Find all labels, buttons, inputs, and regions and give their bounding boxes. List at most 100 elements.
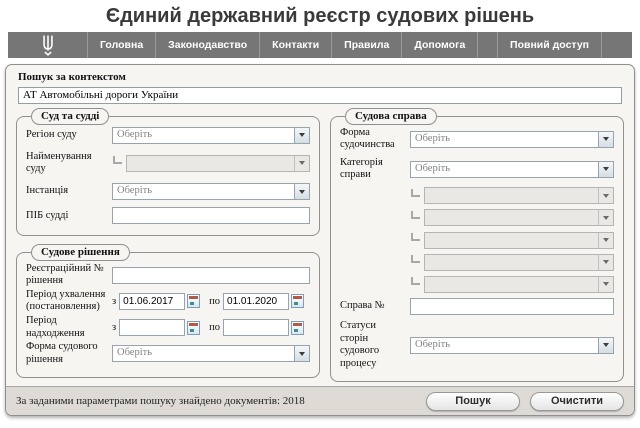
instance-label: Інстанція	[26, 185, 112, 198]
decision-form-label: Форма судового рішення	[26, 341, 112, 366]
case-subcategory-select-4	[424, 254, 614, 271]
chevron-down-icon	[294, 156, 309, 171]
decision-form-select[interactable]: Оберіть	[112, 345, 310, 362]
to-label: по	[209, 322, 220, 333]
tree-branch-icon	[411, 233, 420, 241]
instance-row: Інстанція Оберіть	[26, 183, 310, 200]
chevron-down-icon	[598, 233, 613, 248]
instance-select-value: Оберіть	[113, 184, 294, 199]
case-number-input[interactable]	[410, 298, 614, 315]
receipt-from-date-input[interactable]	[119, 319, 185, 336]
case-category-row: Категорія справи Оберіть	[340, 157, 614, 182]
chevron-down-icon[interactable]	[294, 346, 309, 361]
case-category-select-value: Оберіть	[411, 162, 598, 177]
chevron-down-icon	[598, 210, 613, 225]
adoption-to-date-input[interactable]	[223, 293, 289, 310]
court-decision-group: Судове рішення Реєстраційний № рішення П…	[16, 244, 320, 378]
context-search-section: Пошук за контекстом	[6, 65, 634, 106]
case-subcategory-row-5	[340, 276, 614, 293]
tree-branch-icon	[113, 156, 122, 164]
page-title: Єдиний державний реєстр судових рішень	[0, 5, 640, 28]
tree-branch-icon	[411, 255, 420, 263]
documents-found-status: За заданими параметрами пошуку знайдено …	[16, 395, 416, 407]
case-subcategory-row-2	[340, 209, 614, 226]
case-number-row: Справа №	[340, 298, 614, 315]
context-search-input[interactable]	[18, 87, 622, 104]
main-navigation: Головна Законодавство Контакти Правила Д…	[8, 32, 632, 58]
adoption-from-date-input[interactable]	[119, 293, 185, 310]
tree-branch-icon	[411, 189, 420, 197]
nav-item-help[interactable]: Допомога	[402, 32, 478, 58]
adoption-period-label: Період ухвалення (постановлення)	[26, 289, 112, 314]
nav-item-legislation[interactable]: Законодавство	[156, 32, 260, 58]
instance-select[interactable]: Оберіть	[112, 183, 310, 200]
nav-item-contacts[interactable]: Контакти	[260, 32, 332, 58]
court-name-row: Найменування суду	[26, 151, 310, 176]
case-subcategory-row-4	[340, 254, 614, 271]
receipt-period-label: Період надходження	[26, 315, 112, 340]
region-select[interactable]: Оберіть	[112, 127, 310, 144]
judge-name-label: ПІБ судді	[26, 210, 112, 223]
chevron-down-icon[interactable]	[598, 162, 613, 177]
registration-number-row: Реєстраційний № рішення	[26, 263, 310, 288]
receipt-to-date-input[interactable]	[223, 319, 289, 336]
case-category-select[interactable]: Оберіть	[410, 161, 614, 178]
region-row: Регіон суду Оберіть	[26, 127, 310, 144]
calendar-icon[interactable]	[187, 294, 200, 308]
proceeding-form-select-value: Оберіть	[411, 132, 598, 147]
from-label: з	[112, 322, 116, 333]
to-label: по	[209, 296, 220, 307]
nav-item-home[interactable]: Головна	[88, 32, 156, 58]
court-and-judges-group: Суд та судді Регіон суду Оберіть Наймену…	[16, 108, 320, 236]
chevron-down-icon	[598, 188, 613, 203]
trident-icon[interactable]	[8, 32, 88, 58]
trident-icon-svg	[40, 34, 56, 56]
party-status-label: Статуси сторін судового процесу	[340, 320, 410, 370]
case-subcategory-row-1	[340, 187, 614, 204]
party-status-select[interactable]: Оберіть	[410, 337, 614, 354]
judge-row: ПІБ судді	[26, 207, 310, 224]
proceeding-form-select[interactable]: Оберіть	[410, 131, 614, 148]
court-group-legend: Суд та судді	[31, 108, 109, 125]
nav-spacer	[478, 32, 498, 58]
case-subcategory-row-3	[340, 232, 614, 249]
chevron-down-icon[interactable]	[598, 338, 613, 353]
receipt-period-row: Період надходження з по	[26, 315, 310, 340]
from-label: з	[112, 296, 116, 307]
case-group-legend: Судова справа	[345, 108, 437, 125]
nav-end-spacer	[602, 32, 632, 58]
registration-number-input[interactable]	[112, 267, 310, 284]
nav-item-full-access[interactable]: Повний доступ	[498, 32, 602, 58]
case-subcategory-select-3	[424, 232, 614, 249]
calendar-icon[interactable]	[291, 294, 304, 308]
case-subcategory-select-5	[424, 276, 614, 293]
decision-form-select-value: Оберіть	[113, 346, 294, 361]
calendar-icon[interactable]	[291, 321, 304, 335]
chevron-down-icon	[598, 255, 613, 270]
clear-button[interactable]: Очистити	[530, 392, 624, 411]
chevron-down-icon[interactable]	[598, 132, 613, 147]
party-status-row: Статуси сторін судового процесу Оберіть	[340, 320, 614, 370]
left-column: Суд та судді Регіон суду Оберіть Наймену…	[16, 108, 320, 383]
decision-form-row: Форма судового рішення Оберіть	[26, 341, 310, 366]
court-name-select-value	[127, 156, 294, 171]
form-columns: Суд та судді Регіон суду Оберіть Наймену…	[6, 106, 634, 387]
tree-branch-icon	[411, 211, 420, 219]
nav-item-rules[interactable]: Правила	[332, 32, 402, 58]
registration-number-label: Реєстраційний № рішення	[26, 263, 112, 288]
court-name-select	[126, 155, 310, 172]
judge-name-input[interactable]	[112, 207, 310, 224]
court-name-label: Найменування суду	[26, 151, 112, 176]
chevron-down-icon	[598, 277, 613, 292]
tree-branch-icon	[411, 277, 420, 285]
decision-group-legend: Судове рішення	[31, 244, 130, 261]
case-category-label: Категорія справи	[340, 157, 410, 182]
calendar-icon[interactable]	[187, 321, 200, 335]
region-label: Регіон суду	[26, 129, 112, 142]
footer-bar: За заданими параметрами пошуку знайдено …	[6, 386, 634, 415]
context-search-label: Пошук за контекстом	[18, 71, 622, 83]
party-status-select-value: Оберіть	[411, 338, 598, 353]
chevron-down-icon[interactable]	[294, 128, 309, 143]
search-button[interactable]: Пошук	[426, 392, 520, 411]
chevron-down-icon[interactable]	[294, 184, 309, 199]
